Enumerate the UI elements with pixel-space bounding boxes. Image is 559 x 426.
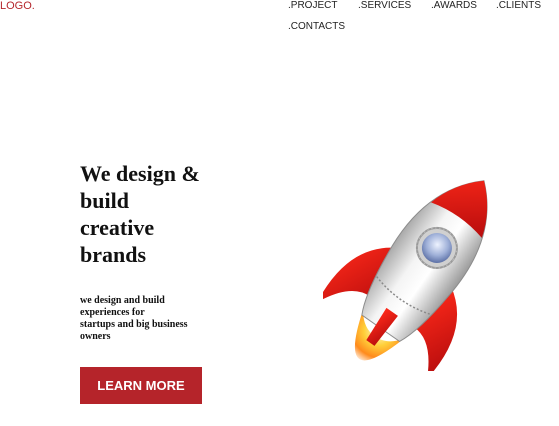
- hero-headline-line: build: [80, 188, 129, 213]
- learn-more-button[interactable]: LEARN MORE: [80, 367, 202, 404]
- nav-item-contacts[interactable]: .CONTACTS: [288, 21, 345, 33]
- hero-headline-line: brands: [80, 242, 147, 267]
- hero-headline-line: creative: [80, 215, 155, 240]
- hero-subtext-line: startups and big business: [80, 319, 188, 330]
- hero-subtext-line: we design and build: [80, 295, 165, 306]
- hero-subtext: we design and build experiences for startu…: [80, 295, 220, 343]
- logo[interactable]: LOGO.: [0, 0, 35, 12]
- hero-subtext-line: owners: [80, 331, 111, 342]
- main-nav: .PROJECT .SERVICES .AWARDS .CLIENTS .CON…: [288, 0, 559, 40]
- nav-item-awards[interactable]: .AWARDS: [431, 0, 477, 12]
- nav-item-services[interactable]: .SERVICES: [358, 0, 411, 12]
- rocket-icon: [323, 170, 513, 371]
- hero-subtext-line: experiences for: [80, 307, 145, 318]
- nav-item-clients[interactable]: .CLIENTS: [496, 0, 541, 12]
- hero-headline: We design & build creative brands: [80, 160, 230, 268]
- nav-item-project[interactable]: .PROJECT: [288, 0, 337, 12]
- hero-headline-line: We design &: [80, 161, 200, 186]
